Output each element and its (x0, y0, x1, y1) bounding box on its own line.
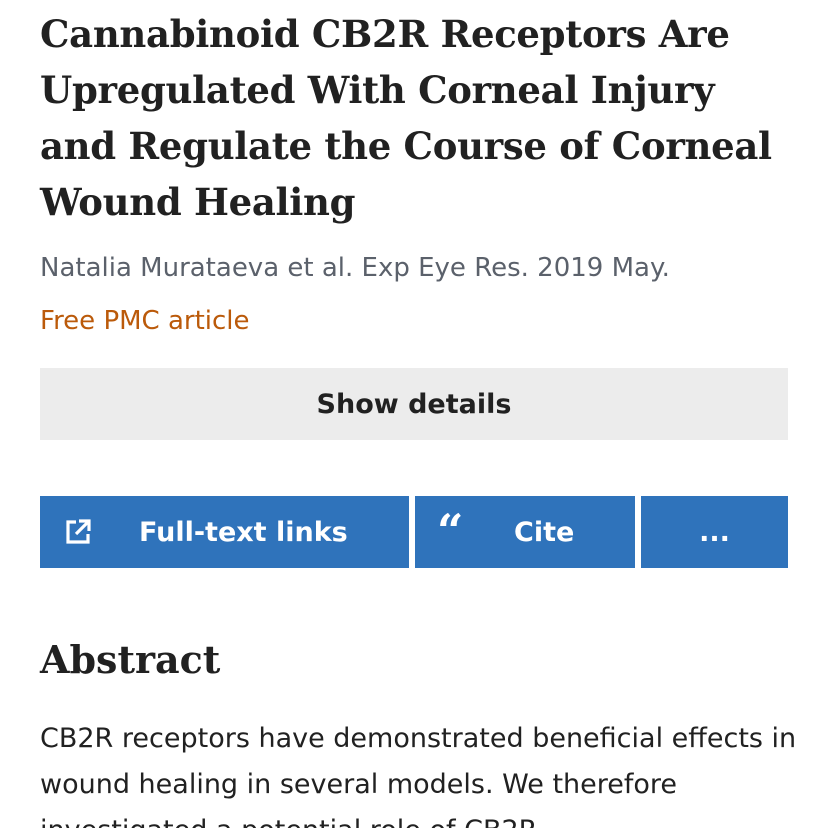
show-details-button[interactable]: Show details (40, 368, 788, 440)
article-title: Cannabinoid CB2R Receptors Are Upregulat… (40, 12, 772, 224)
article-citation: Natalia Murataeva et al. Exp Eye Res. 20… (40, 253, 670, 283)
quote-icon: “ (437, 504, 464, 558)
more-actions-button[interactable]: ... (641, 496, 788, 568)
abstract-heading: Abstract (40, 637, 221, 682)
full-text-links-button[interactable]: Full-text links (40, 496, 409, 568)
full-text-links-label: Full-text links (139, 516, 348, 548)
free-pmc-article-link[interactable]: Free PMC article (40, 301, 250, 341)
cite-label: Cite (514, 516, 575, 548)
cite-button[interactable]: “ Cite (415, 496, 635, 568)
article-summary-page: Cannabinoid CB2R Receptors Are Upregulat… (0, 0, 828, 828)
external-link-icon (66, 519, 91, 544)
more-actions-label: ... (699, 516, 730, 548)
abstract-text: CB2R receptors have demonstrated benefic… (40, 723, 797, 828)
